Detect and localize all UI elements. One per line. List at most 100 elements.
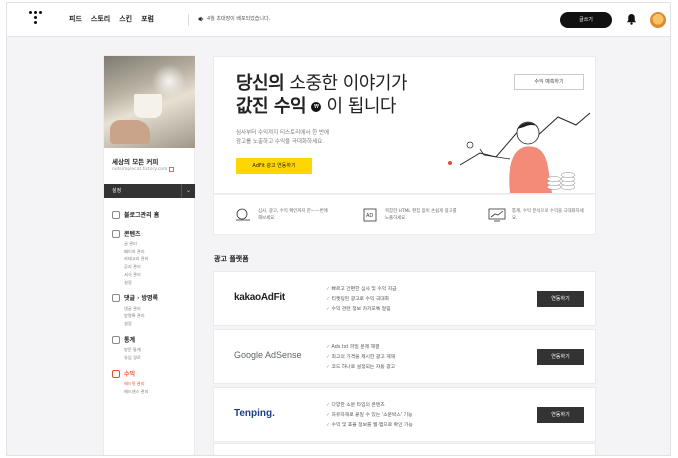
platform-feature: 최고의 가격을 제시한 광고 게재	[326, 353, 395, 363]
platform-features: 다양한 소문 타입의 콘텐츠 자유자재로 붙일 수 있는 '소문박스' 기능 수…	[326, 401, 413, 431]
platform-feature: Ads.txt 파일 문제 해결	[326, 343, 395, 353]
platform-card-tenping: Tenping. 다양한 소문 타입의 콘텐츠 자유자재로 붙일 수 있는 '소…	[213, 387, 596, 442]
ad-slot-icon: AD	[363, 208, 377, 221]
revenue-calc-button[interactable]: 수익 예측하기	[514, 74, 584, 90]
platform-feature: 빠르고 간편한 심사 및 수익 지급	[326, 285, 397, 295]
menu-item[interactable]: 설정	[124, 320, 158, 328]
notice-text: 4월 초대장이 배포되었습니다.	[207, 16, 271, 22]
feature-item: AD 복잡한 HTML 편집 없이 손쉽게 광고를 노출하세요.	[341, 195, 468, 234]
tistory-logo[interactable]	[29, 11, 43, 27]
menu-item[interactable]: 글 관리	[124, 240, 148, 248]
menu-item[interactable]: 페이지 관리	[124, 248, 148, 256]
svg-text:AD: AD	[366, 213, 373, 219]
chevron-down-icon: ⌄	[181, 184, 195, 198]
nav-forum[interactable]: 포럼	[141, 14, 154, 24]
menu-group-title: 블로그관리 홈	[124, 212, 160, 219]
nav-skin[interactable]: 스킨	[119, 14, 132, 24]
menu-item[interactable]: 서식 관리	[124, 271, 148, 279]
revenue-icon	[112, 369, 120, 378]
blog-cover-image	[104, 56, 195, 148]
tenping-logo: Tenping.	[234, 408, 275, 419]
section-title: 광고 플랫폼	[214, 255, 249, 263]
platform-card-adfit: kakaoAdFit 빠르고 간편한 심사 및 수익 지급 티켓팅된 광고로 수…	[213, 271, 596, 326]
platform-feature: 티켓팅된 광고로 수익 극대화	[326, 295, 397, 305]
menu-group-revenue: 수익 애드핏 관리 애드센스 관리	[112, 369, 192, 396]
connect-button[interactable]: 연동하기	[537, 349, 584, 365]
menu-group-content: 콘텐츠 글 관리 페이지 관리 카테고리 관리 공지 관리 서식 관리 설정	[112, 229, 192, 287]
menu-group-home[interactable]: 블로그관리 홈	[112, 210, 192, 222]
blog-url[interactable]: notsimplecat.tistory.com	[112, 167, 175, 172]
connect-button[interactable]: 연동하기	[537, 291, 584, 307]
top-bar: 피드 스토리 스킨 포럼 4월 초대장이 배포되었습니다. 글쓰기	[7, 3, 670, 37]
avatar[interactable]	[650, 12, 666, 28]
feature-text: 통계, 수익 분석으로 수익을 극대화하세요.	[512, 208, 584, 221]
chart-icon	[112, 335, 120, 344]
menu-item[interactable]: 유입 경로	[124, 354, 141, 362]
hero-desc-line: 심사부터 수익까지 티스토리에서 한 번에	[236, 130, 330, 136]
person-illustration	[448, 112, 591, 193]
hero-description: 심사부터 수익까지 티스토리에서 한 번에 광고를 노출하고 수익을 극대화하세…	[236, 129, 406, 147]
platform-features: Ads.txt 파일 문제 해결 최고의 가격을 제시한 광고 게재 코드 하나…	[326, 343, 395, 373]
nav-story[interactable]: 스토리	[91, 14, 110, 24]
home-icon	[112, 211, 120, 219]
hero-line1-bold: 당신의	[236, 73, 285, 94]
platform-feature: 수익 및 효율 정보를 웹·앱으로 확인 가능	[326, 421, 413, 431]
comment-icon	[112, 294, 120, 303]
kakao-adfit-logo: kakaoAdFit	[234, 292, 285, 303]
feature-item: 통계, 수익 분석으로 수익을 극대화하세요.	[468, 195, 595, 234]
feature-text: 복잡한 HTML 편집 없이 손쉽게 광고를 노출하세요.	[385, 208, 457, 221]
speaker-icon	[198, 16, 204, 21]
menu-item[interactable]: 공지 관리	[124, 263, 148, 271]
menu-group-title[interactable]: 댓글 · 방명록	[124, 293, 158, 302]
settings-dropdown[interactable]: 설정 ⌄	[104, 184, 195, 198]
menu-group-title[interactable]: 콘텐츠	[124, 229, 148, 238]
external-link-icon	[169, 167, 175, 172]
menu-item-active[interactable]: 애드핏 관리	[124, 380, 148, 388]
menu-item[interactable]: 방문 통계	[124, 346, 141, 354]
sidebar: 세상의 모든 커피 notsimplecat.tistory.com 설정 ⌄ …	[103, 55, 195, 455]
feature-text: 심사, 광고, 수익 확인까지 한——번에 해보세요.	[258, 208, 328, 221]
nav-divider	[188, 14, 189, 26]
notice[interactable]: 4월 초대장이 배포되었습니다.	[198, 15, 270, 22]
blog-url-text: notsimplecat.tistory.com	[112, 167, 168, 172]
menu-group-title[interactable]: 수익	[124, 369, 148, 378]
blog-title[interactable]: 세상의 모든 커피	[112, 156, 158, 166]
platform-feature: 자유자재로 붙일 수 있는 '소문박스' 기능	[326, 411, 413, 421]
write-button[interactable]: 글쓰기	[560, 12, 612, 28]
hero-desc-line: 광고를 노출하고 수익을 극대화하세요.	[236, 139, 324, 145]
admin-menu: 블로그관리 홈 콘텐츠 글 관리 페이지 관리 카테고리 관리 공지 관리 서식…	[112, 210, 192, 403]
ad-review-icon	[236, 208, 250, 220]
next-card-edge	[213, 443, 596, 455]
hero-line1-rest: 소중한 이야기가	[284, 73, 408, 94]
menu-item[interactable]: 애드센스 관리	[124, 388, 148, 396]
menu-item[interactable]: 댓글 관리	[124, 305, 158, 313]
main-nav: 피드 스토리 스킨 포럼	[69, 14, 154, 24]
document-icon	[112, 229, 120, 238]
menu-item[interactable]: 방명록 관리	[124, 312, 158, 320]
adfit-connect-button[interactable]: AdFit 광고 연동하기	[236, 158, 312, 174]
nav-feed[interactable]: 피드	[69, 14, 82, 24]
platform-card-adsense: Google AdSense Ads.txt 파일 문제 해결 최고의 가격을 …	[213, 329, 596, 384]
menu-group-comments: 댓글 · 방명록 댓글 관리 방명록 관리 설정	[112, 293, 192, 328]
platform-feature: 수익 관련 정보 카카오톡 알림	[326, 305, 397, 315]
bell-icon[interactable]	[626, 13, 637, 25]
app-window: 피드 스토리 스킨 포럼 4월 초대장이 배포되었습니다. 글쓰기 세상의 모든…	[6, 2, 671, 456]
platform-features: 빠르고 간편한 심사 및 수익 지급 티켓팅된 광고로 수익 극대화 수익 관련…	[326, 285, 397, 315]
hero-line2-rest: 이 됩니다	[321, 96, 396, 117]
google-adsense-logo: Google AdSense	[234, 350, 302, 360]
platform-feature: 코드 하나로 설정되는 자동 광고	[326, 363, 395, 373]
hero-line2-bold: 값진 수익	[236, 96, 307, 117]
stats-monitor-icon	[488, 208, 506, 221]
hero-headline: 당신의 소중한 이야기가 값진 수익 ₩ 이 됩니다	[236, 72, 408, 118]
platform-feature: 다양한 소문 타입의 콘텐츠	[326, 401, 413, 411]
menu-item[interactable]: 카테고리 관리	[124, 255, 148, 263]
connect-button[interactable]: 연동하기	[537, 407, 584, 423]
feature-item: 심사, 광고, 수익 확인까지 한——번에 해보세요.	[214, 195, 341, 234]
menu-group-title[interactable]: 통계	[124, 335, 141, 344]
menu-group-stats: 통계 방문 통계 유입 경로	[112, 335, 192, 362]
won-coin-icon: ₩	[311, 102, 322, 112]
feature-row: 심사, 광고, 수익 확인까지 한——번에 해보세요. AD 복잡한 HTML …	[213, 194, 596, 235]
settings-label: 설정	[112, 188, 122, 194]
revenue-hero: 당신의 소중한 이야기가 값진 수익 ₩ 이 됩니다 심사부터 수익까지 티스토…	[213, 56, 596, 194]
menu-item[interactable]: 설정	[124, 279, 148, 287]
